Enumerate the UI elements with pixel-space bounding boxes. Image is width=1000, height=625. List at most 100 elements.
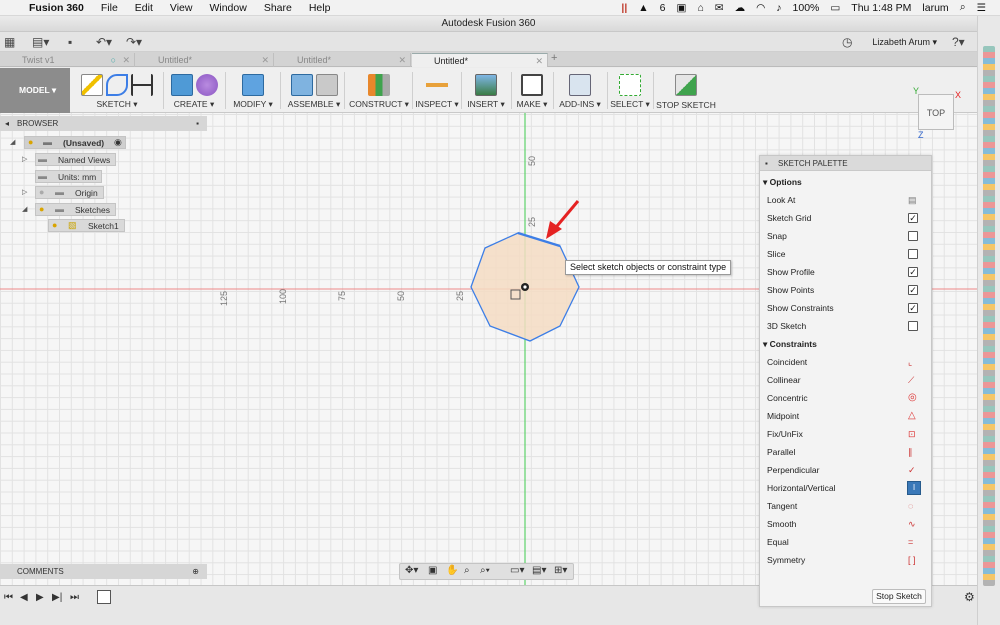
radio-icon[interactable]: ◉ bbox=[114, 136, 122, 149]
adobe-icon[interactable]: ▲ bbox=[638, 2, 648, 14]
group-create[interactable]: CREATE ▾ bbox=[166, 68, 222, 113]
concentric-icon[interactable]: ◎ bbox=[908, 393, 918, 403]
group-select[interactable]: SELECT ▾ bbox=[609, 68, 651, 113]
lightbulb-icon[interactable]: ● bbox=[39, 186, 44, 199]
file-menu-icon[interactable]: ▤▾ bbox=[32, 35, 49, 49]
play-icon[interactable]: ▶ bbox=[36, 592, 44, 603]
stop-sketch-button[interactable]: Stop Sketch bbox=[872, 589, 926, 604]
menu-view[interactable]: View bbox=[170, 2, 193, 14]
save-icon[interactable]: ▪ bbox=[68, 35, 72, 49]
lightbulb-icon[interactable]: ● bbox=[52, 219, 57, 232]
viewcube[interactable]: TOP bbox=[918, 94, 954, 130]
lightbulb-icon[interactable]: ● bbox=[39, 203, 44, 216]
parallel-icon[interactable]: ∥ bbox=[908, 447, 918, 457]
close-icon[interactable]: ✕ bbox=[535, 54, 543, 68]
constraint-parallel[interactable]: Parallel ∥ bbox=[767, 443, 927, 461]
go-to-start-icon[interactable]: ⏮ bbox=[4, 592, 13, 603]
constraint-symmetry[interactable]: Symmetry [ ] bbox=[767, 551, 927, 569]
pin-icon[interactable]: ▪ bbox=[196, 116, 199, 131]
group-sketch[interactable]: SKETCH ▾ bbox=[74, 68, 160, 113]
expand-icon[interactable]: ◢ bbox=[10, 136, 15, 149]
horizontal-vertical-icon[interactable]: ǀ bbox=[907, 481, 921, 495]
snap-checkbox[interactable] bbox=[908, 231, 918, 241]
option-show-points[interactable]: Show Points ✓ bbox=[767, 281, 927, 299]
constraint-tangent[interactable]: Tangent ◌ bbox=[767, 497, 927, 515]
list-icon[interactable]: ☰ bbox=[977, 2, 986, 14]
look-at-icon[interactable]: ▤ bbox=[908, 195, 918, 205]
measure-icon[interactable] bbox=[426, 74, 448, 96]
home-icon[interactable]: ⌂ bbox=[697, 2, 703, 14]
zoom-window-icon[interactable]: ⌕▾ bbox=[480, 565, 490, 576]
tree-sketch1[interactable]: Sketch1 ● ▧ bbox=[0, 219, 207, 232]
coincident-icon[interactable]: ⌞ bbox=[908, 357, 918, 367]
viewports-icon[interactable]: ⊞▾ bbox=[554, 565, 567, 576]
expand-icon[interactable]: ▷ bbox=[22, 153, 27, 166]
add-comment-icon[interactable]: ⊕ bbox=[192, 564, 199, 579]
constraint-coincident[interactable]: Coincident ⌞ bbox=[767, 353, 927, 371]
constraint-concentric[interactable]: Concentric ◎ bbox=[767, 389, 927, 407]
pan-icon[interactable]: ✋ bbox=[446, 565, 458, 576]
look-at-icon[interactable]: ▣ bbox=[428, 565, 437, 576]
slice-checkbox[interactable] bbox=[908, 249, 918, 259]
wifi-icon[interactable]: ◠ bbox=[756, 2, 765, 14]
user-menu[interactable]: Lizabeth Arum ▾ bbox=[872, 37, 937, 48]
menu-window[interactable]: Window bbox=[209, 2, 246, 14]
group-assemble[interactable]: ASSEMBLE ▾ bbox=[283, 68, 345, 113]
redo-icon[interactable]: ↷▾ bbox=[126, 35, 142, 49]
perpendicular-icon[interactable]: ✓ bbox=[908, 465, 918, 475]
menu-file[interactable]: File bbox=[101, 2, 118, 14]
constraint-perpendicular[interactable]: Perpendicular ✓ bbox=[767, 461, 927, 479]
timeline-sketch-icon[interactable] bbox=[97, 590, 111, 604]
close-icon[interactable]: ✕ bbox=[398, 53, 406, 67]
close-icon[interactable]: ✕ bbox=[122, 53, 130, 67]
grid-settings-icon[interactable]: ▤▾ bbox=[532, 565, 546, 576]
stop-sketch-tool[interactable]: STOP SKETCH bbox=[656, 68, 716, 113]
palette-header[interactable]: ▪ SKETCH PALETTE bbox=[760, 156, 931, 171]
step-back-icon[interactable]: ◀ bbox=[20, 592, 28, 603]
option-look-at[interactable]: Look At ▤ bbox=[767, 191, 927, 209]
orbit-icon[interactable]: ✥▾ bbox=[405, 565, 418, 576]
grid-menu-icon[interactable]: ▦ bbox=[4, 35, 15, 49]
group-inspect[interactable]: INSPECT ▾ bbox=[414, 68, 460, 113]
option-sketch-grid[interactable]: Sketch Grid ✓ bbox=[767, 209, 927, 227]
settings-gear-icon[interactable]: ⚙ bbox=[964, 590, 975, 604]
display-settings-icon[interactable]: ▭▾ bbox=[510, 565, 524, 576]
press-pull-icon[interactable] bbox=[242, 74, 264, 96]
create-sketch-icon[interactable] bbox=[81, 74, 103, 96]
clock[interactable]: Thu 1:48 PM bbox=[851, 2, 911, 14]
close-icon[interactable]: ✕ bbox=[261, 53, 269, 67]
battery-percent[interactable]: 100% bbox=[793, 2, 820, 14]
tree-root[interactable]: ◢ (Unsaved) ● ▬ ◉ bbox=[0, 136, 207, 149]
go-to-end-icon[interactable]: ⏭ bbox=[70, 592, 79, 603]
show-points-checkbox[interactable]: ✓ bbox=[908, 285, 918, 295]
options-section[interactable]: ▾ Options bbox=[763, 173, 802, 191]
insert-image-icon[interactable] bbox=[475, 74, 497, 96]
extrude-icon[interactable] bbox=[170, 74, 193, 96]
offset-plane-icon[interactable] bbox=[368, 74, 390, 96]
form-icon[interactable] bbox=[195, 74, 218, 96]
constraint-smooth[interactable]: Smooth ∿ bbox=[767, 515, 927, 533]
group-add-ins[interactable]: ADD-INS ▾ bbox=[555, 68, 605, 113]
clipboard-icon[interactable]: ▣ bbox=[677, 2, 687, 14]
symmetry-icon[interactable]: [ ] bbox=[908, 555, 918, 565]
group-make[interactable]: MAKE ▾ bbox=[513, 68, 551, 113]
menu-help[interactable]: Help bbox=[309, 2, 331, 14]
dock-icons[interactable] bbox=[983, 46, 995, 586]
menu-share[interactable]: Share bbox=[264, 2, 292, 14]
badge-count[interactable]: 6 bbox=[660, 2, 666, 14]
menubar-user[interactable]: larum bbox=[922, 2, 948, 14]
group-construct[interactable]: CONSTRUCT ▾ bbox=[347, 68, 411, 113]
scripts-icon[interactable] bbox=[569, 74, 591, 96]
battery-icon[interactable]: ▭ bbox=[830, 2, 840, 14]
stop-sketch-icon[interactable] bbox=[675, 74, 697, 96]
collapse-icon[interactable]: ◂ bbox=[5, 116, 9, 131]
job-status-icon[interactable]: ◷ bbox=[842, 35, 852, 49]
tree-origin[interactable]: ▷ Origin ● ▬ bbox=[0, 186, 207, 199]
menu-app-name[interactable]: Fusion 360 bbox=[29, 2, 84, 14]
new-tab-icon[interactable]: + bbox=[551, 52, 557, 64]
tree-named-views[interactable]: ▷ Named Views ▬ bbox=[0, 153, 207, 166]
volume-icon[interactable]: ♪ bbox=[776, 2, 781, 14]
option-show-profile[interactable]: Show Profile ✓ bbox=[767, 263, 927, 281]
constraint-collinear[interactable]: Collinear ⟋ bbox=[767, 371, 927, 389]
tab-untitled-1[interactable]: Untitled* ✕ bbox=[136, 53, 274, 67]
